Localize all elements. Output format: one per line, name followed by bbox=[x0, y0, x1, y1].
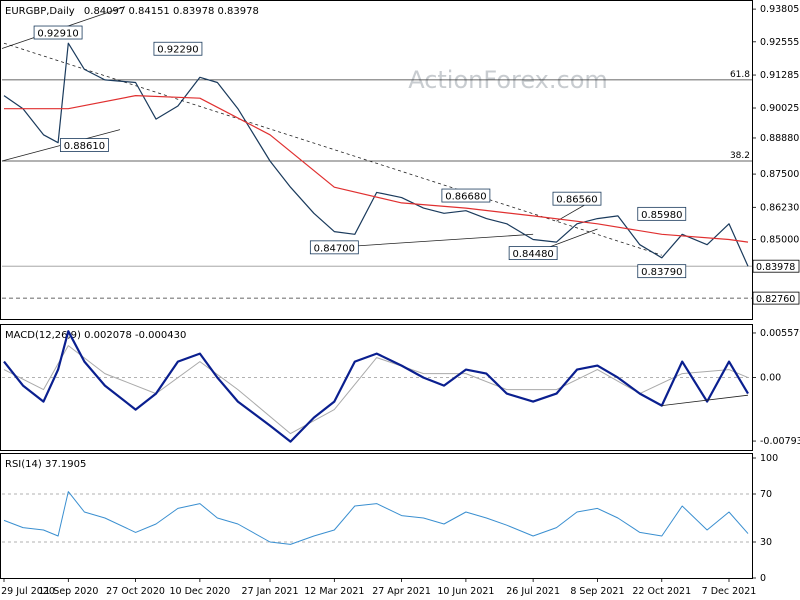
macd-panel bbox=[0, 324, 753, 451]
price-tick-label-7: 0.85000 bbox=[760, 235, 799, 246]
price-tick-label-6: 0.86230 bbox=[760, 202, 799, 213]
macd-signal-line bbox=[3, 345, 749, 435]
fib-label-0: 61.8 bbox=[730, 70, 750, 80]
macd-title: MACD(12,26,9) 0.002078 -0.000430 bbox=[5, 330, 186, 341]
x-tick-label-6: 27 Apr 2021 bbox=[372, 586, 431, 597]
sma55-line bbox=[4, 94, 749, 243]
x-tick-label-10: 22 Oct 2021 bbox=[632, 586, 691, 597]
price-tick-label-5: 0.87500 bbox=[760, 169, 799, 180]
price-close-line bbox=[3, 42, 749, 267]
x-tick-label-2: 27 Oct 2020 bbox=[106, 586, 165, 597]
x-tick-label-9: 8 Sep 2021 bbox=[570, 586, 624, 597]
support-line bbox=[334, 233, 534, 248]
chart-header: EURGBP,Daily 0.84097 0.84151 0.83978 0.8… bbox=[5, 6, 259, 17]
x-tick-label-1: 11 Sep 2020 bbox=[38, 586, 98, 597]
annotation-label-2: 0.92290 bbox=[157, 45, 198, 56]
price-tick-label-4: 0.88880 bbox=[760, 133, 799, 144]
axis-layer: 0.83978 0.82760 0.93805 0.92555 0.91285 0.900… bbox=[1, 4, 800, 597]
eurgbp-chart: ActionForex.com EURGBP,Daily 0.84097 0.8… bbox=[0, 0, 800, 597]
macd-tick-label-2: -0.007931 bbox=[760, 436, 800, 447]
annotation-label-7: 0.83790 bbox=[641, 267, 682, 278]
price-layer: 61.8 38.2 0.92910 0.88610 0.92290 0.84700 0.86… bbox=[1, 6, 752, 299]
annotation-label-4: 0.86680 bbox=[445, 192, 486, 203]
level-tag-label-2: 0.83978 bbox=[756, 262, 795, 273]
rsi-panel bbox=[0, 453, 753, 579]
fib-label-1: 38.2 bbox=[730, 151, 750, 161]
x-tick-label-8: 26 Jul 2021 bbox=[506, 586, 560, 597]
price-tick-label-1: 0.92555 bbox=[760, 37, 799, 48]
x-tick-label-11: 7 Dec 2021 bbox=[702, 586, 757, 597]
rsi-title: RSI(14) 37.1905 bbox=[5, 459, 86, 470]
symbol-label: EURGBP,Daily bbox=[5, 6, 75, 17]
x-tick-label-3: 10 Dec 2020 bbox=[170, 586, 231, 597]
macd-line bbox=[3, 330, 749, 443]
macd-tick-label-0: 0.005579 bbox=[760, 328, 800, 339]
annotation-label-3: 0.84700 bbox=[314, 243, 355, 254]
rsi-tick-label-2: 30 bbox=[760, 537, 772, 548]
rsi-tick-label-0: 100 bbox=[760, 453, 778, 464]
macd-tick-label-1: 0.00 bbox=[760, 373, 781, 384]
rsi-layer bbox=[2, 491, 752, 545]
price-tick-label-3: 0.90025 bbox=[760, 103, 799, 114]
price-tick-label-2: 0.91285 bbox=[760, 70, 799, 81]
x-tick-label-4: 27 Jan 2021 bbox=[242, 586, 299, 597]
rsi-tick-label-3: 0 bbox=[760, 573, 766, 584]
annotation-label-0: 0.92910 bbox=[37, 29, 78, 40]
x-tick-label-7: 10 Jun 2021 bbox=[437, 586, 494, 597]
annotation-label-8: 0.85980 bbox=[641, 210, 682, 221]
annotation-label-5: 0.84480 bbox=[512, 249, 553, 260]
price-tick-label-0: 0.93805 bbox=[760, 4, 799, 15]
rsi-line bbox=[3, 491, 749, 545]
x-tick-label-5: 12 Mar 2021 bbox=[304, 586, 364, 597]
level-tag-label-3: 0.82760 bbox=[756, 294, 795, 305]
macd-layer bbox=[2, 330, 752, 443]
annotation-label-1: 0.88610 bbox=[64, 141, 105, 152]
rsi-tick-label-1: 70 bbox=[760, 489, 772, 500]
annotation-label-6: 0.86560 bbox=[556, 195, 597, 206]
